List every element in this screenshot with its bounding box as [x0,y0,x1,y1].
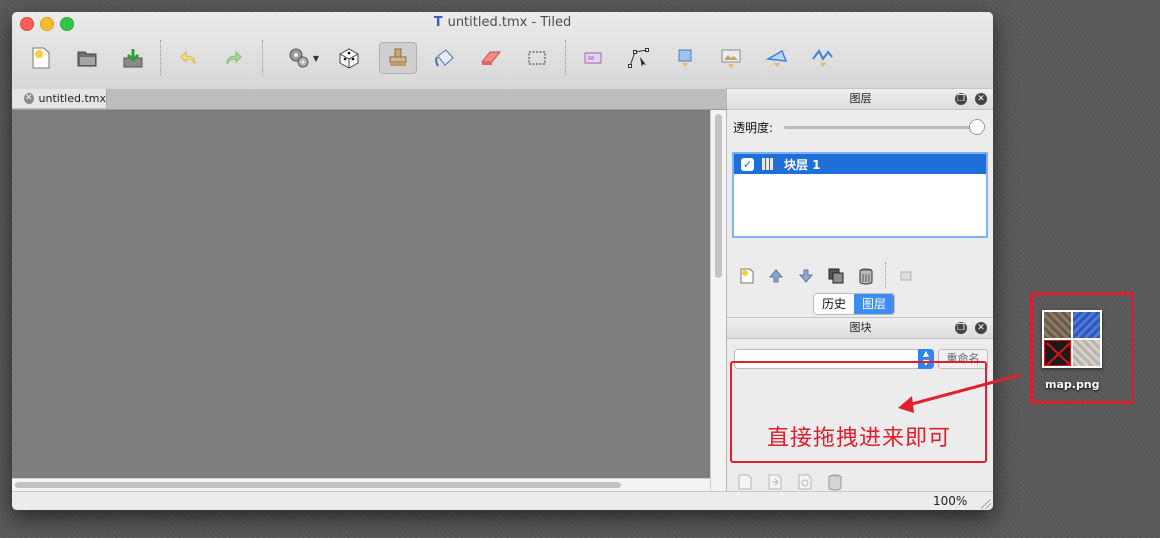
tile-dirt [1044,312,1071,338]
tile-empty [1044,340,1071,366]
arrow-overlay [898,373,1021,413]
tile-stone [1073,340,1100,366]
cross-icon [1046,342,1071,366]
annotation-text: 直接拖拽进来即可 [767,426,952,451]
map-png-thumbnail[interactable] [1042,310,1102,368]
file-name[interactable]: map.png [1045,378,1100,391]
tile-water [1073,312,1100,338]
annotation-arrowhead [898,396,914,413]
annotation-arrow [907,373,1021,407]
